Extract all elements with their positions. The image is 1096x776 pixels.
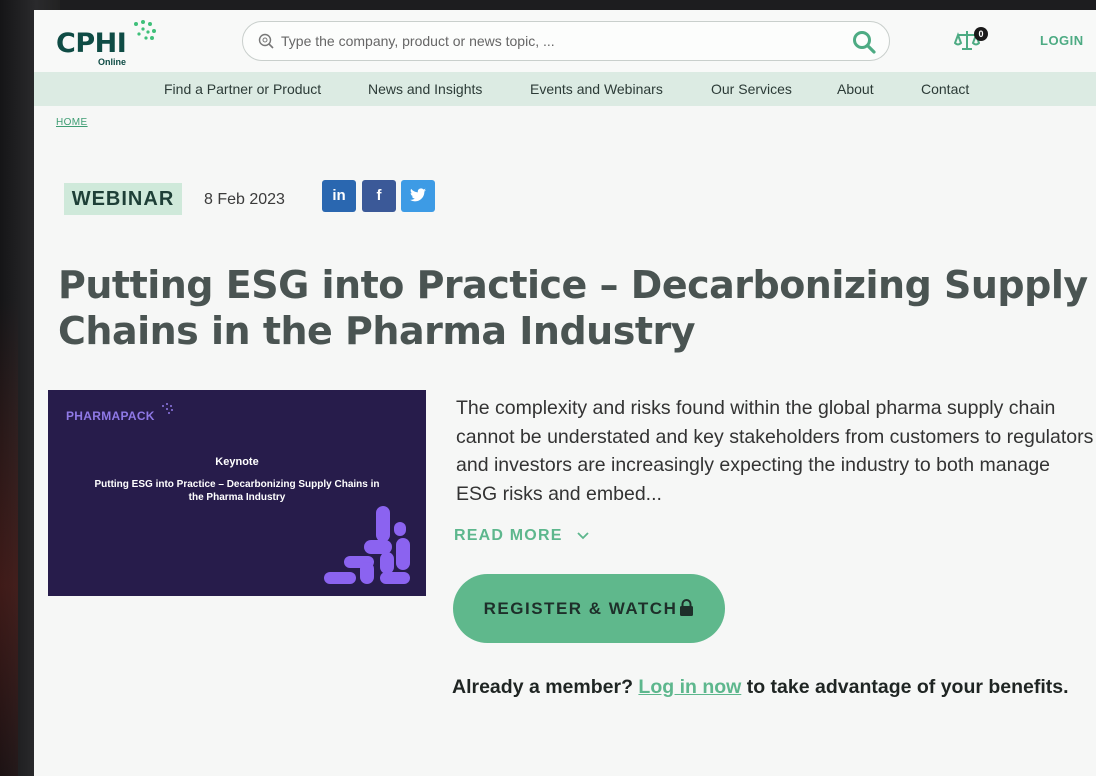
main-nav: Find a Partner or Product News and Insig… xyxy=(34,72,1096,106)
search-icon xyxy=(258,33,274,49)
nav-item-find-partner[interactable]: Find a Partner or Product xyxy=(164,81,321,97)
webinar-thumbnail[interactable]: PHARMAPACK Keynote Putting ESG into Prac… xyxy=(48,390,426,596)
monitor-bezel-reflection xyxy=(0,300,18,776)
login-link[interactable]: LOGIN xyxy=(1040,33,1084,48)
nav-item-contact[interactable]: Contact xyxy=(921,81,969,97)
member-prompt: Already a member? Log in now to take adv… xyxy=(452,674,1072,701)
content-type-badge: WEBINAR xyxy=(64,183,182,215)
twitter-share-button[interactable] xyxy=(401,180,435,212)
cart-count-badge: 0 xyxy=(974,27,988,41)
thumbnail-kicker: Keynote xyxy=(215,456,259,468)
thumbnail-brand: PHARMAPACK xyxy=(66,409,155,423)
register-watch-button[interactable]: REGISTER & WATCH xyxy=(453,574,725,643)
member-prompt-suffix: to take advantage of your benefits. xyxy=(746,676,1069,698)
nav-item-about[interactable]: About xyxy=(837,81,874,97)
logo-text: CPHI xyxy=(56,28,127,59)
breadcrumb-home[interactable]: HOME xyxy=(56,117,88,128)
site-header: CPHI Online Type the company, product or… xyxy=(34,10,1096,72)
pills-graphic xyxy=(324,506,410,584)
linkedin-icon: in xyxy=(332,187,346,204)
thumbnail-sunburst-icon xyxy=(162,403,173,414)
logo-sunburst-icon xyxy=(134,20,156,40)
twitter-icon xyxy=(410,188,426,202)
chevron-down-icon xyxy=(577,532,589,540)
compare-cart[interactable]: 0 xyxy=(953,27,988,55)
magnifier-button-icon[interactable] xyxy=(851,29,877,55)
nav-item-events[interactable]: Events and Webinars xyxy=(530,81,663,97)
search-bar xyxy=(242,21,890,61)
facebook-icon: f xyxy=(376,187,382,204)
nav-item-services[interactable]: Our Services xyxy=(711,81,792,97)
facebook-share-button[interactable]: f xyxy=(362,180,396,212)
browser-screen: CPHI Online Type the company, product or… xyxy=(34,10,1096,776)
linkedin-share-button[interactable]: in xyxy=(322,180,356,212)
article-description: The complexity and risks found within th… xyxy=(456,397,1094,505)
login-now-link[interactable]: Log in now xyxy=(638,676,741,698)
logo-subtitle: Online xyxy=(98,57,127,67)
nav-item-news[interactable]: News and Insights xyxy=(368,81,482,97)
lock-icon xyxy=(680,599,694,616)
member-prompt-prefix: Already a member? xyxy=(452,676,633,698)
read-more-label: READ MORE xyxy=(454,527,563,544)
cphi-logo[interactable]: CPHI Online xyxy=(56,18,166,67)
register-watch-label: REGISTER & WATCH xyxy=(483,599,678,618)
publish-date: 8 Feb 2023 xyxy=(204,191,285,208)
page-title: Putting ESG into Practice – Decarbonizin… xyxy=(58,263,1088,353)
read-more-toggle[interactable]: READ MORE xyxy=(454,527,590,545)
search-input[interactable] xyxy=(281,22,841,60)
